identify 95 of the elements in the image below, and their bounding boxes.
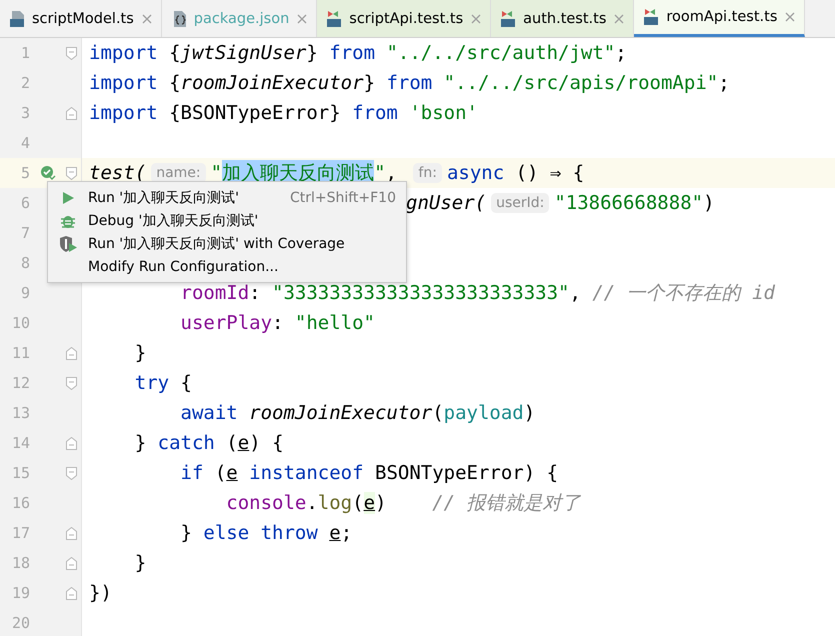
code-token: else throw: [203, 522, 319, 544]
code-token: ": [210, 162, 222, 184]
code-token: jwtSignUser: [180, 42, 306, 64]
parameter-hint: name:: [151, 163, 206, 183]
line-number: 18: [10, 554, 30, 572]
code-token: (: [432, 402, 444, 424]
line-number: 4: [20, 134, 30, 152]
code-token: {: [168, 42, 181, 64]
menu-item[interactable]: Run '加入聊天反向测试' with Coverage: [48, 232, 406, 255]
code-token: roomJoinExecutor: [248, 402, 432, 424]
code-token: BSONTypeError) {: [374, 462, 558, 484]
code-token: "13866668888": [554, 192, 704, 214]
code-token: :: [249, 282, 262, 304]
code-token: e: [226, 462, 238, 484]
code-token: ": [374, 162, 386, 184]
code-token: (: [214, 462, 226, 484]
menu-item[interactable]: Run '加入聊天反向测试' Ctrl+Shift+F10: [48, 186, 406, 209]
code-token: 'bson': [408, 102, 478, 124]
code-token: roomId: [180, 282, 250, 304]
code-token: }: [306, 42, 319, 64]
line-number: 16: [10, 494, 30, 512]
parameter-hint: fn:: [413, 163, 442, 183]
line-number: 8: [20, 254, 30, 272]
code-token: gnUser(: [406, 192, 486, 214]
code-token: "../../src/apis/roomApi": [442, 72, 718, 94]
code-token: .: [306, 492, 318, 514]
code-token: "hello": [294, 312, 375, 334]
code-token: "333333333333333333333333": [272, 282, 570, 304]
code-token: // 一个不存在的 id: [592, 281, 775, 306]
editor-tab[interactable]: roomApi.test.ts: [634, 0, 806, 37]
editor-tab[interactable]: auth.test.ts: [491, 0, 634, 37]
code-token: e: [329, 522, 341, 544]
code-token: (: [225, 432, 238, 454]
editor-tab[interactable]: scriptApi.test.ts: [317, 0, 492, 37]
code-token: userPlay: [180, 312, 272, 334]
line-number: 17: [10, 524, 30, 542]
code-token: catch: [158, 432, 215, 454]
code-token: :: [272, 312, 284, 334]
code-token: }: [364, 72, 376, 94]
code-token: from: [386, 72, 432, 94]
code-token: ;: [340, 522, 352, 544]
code-token: }: [134, 432, 148, 454]
code-token: // 报错就是对了: [431, 491, 581, 516]
line-number: 9: [20, 284, 30, 302]
code-token: console: [225, 492, 306, 514]
code-token: import: [89, 102, 158, 124]
code-token: log: [318, 492, 352, 514]
code-token: from: [352, 102, 398, 124]
code-token: "../../src/auth/jwt": [385, 42, 616, 64]
line-number: 3: [20, 104, 30, 122]
line-number: 7: [20, 224, 30, 242]
code-token: }: [180, 522, 193, 544]
code-token: {: [180, 372, 192, 394]
code-token: from: [329, 42, 376, 64]
code-token: {: [168, 72, 181, 94]
menu-item[interactable]: Modify Run Configuration...: [48, 255, 406, 278]
code-token: {BSONTypeError}: [168, 102, 342, 124]
code-token: }): [89, 582, 112, 604]
line-number: 19: [10, 584, 30, 602]
code-token: () ⇒ {: [514, 162, 584, 184]
code-token: ,: [569, 282, 582, 304]
line-number: 11: [10, 344, 30, 362]
code-token: roomJoinExecutor: [180, 72, 364, 94]
code-token: e: [238, 432, 250, 454]
line-number: 20: [10, 614, 30, 632]
code-token: (: [352, 492, 364, 514]
code-token: ): [375, 492, 386, 514]
code-token: await: [180, 402, 238, 424]
code-token: import: [89, 72, 158, 94]
code-token: import: [89, 42, 158, 64]
code-token: ;: [615, 42, 627, 64]
line-number: 5: [20, 164, 30, 182]
line-number: 2: [20, 74, 30, 92]
line-number: 6: [20, 194, 30, 212]
code-token: async: [446, 162, 504, 184]
code-token: test(: [89, 162, 146, 184]
line-number: 10: [10, 314, 30, 332]
code-token: payload: [444, 402, 524, 424]
menu-item[interactable]: Debug '加入聊天反向测试': [48, 209, 406, 232]
code-token: if: [180, 462, 204, 484]
code-token: }: [134, 552, 146, 574]
line-number: 12: [10, 374, 30, 392]
parameter-hint: userId:: [491, 193, 550, 213]
line-number: 1: [20, 44, 30, 62]
code-token: try: [134, 372, 170, 394]
code-token: ): [703, 192, 715, 214]
code-token: ;: [718, 72, 730, 94]
code-token: }: [134, 342, 146, 364]
line-number: 15: [10, 464, 30, 482]
code-token: instanceof: [248, 462, 364, 484]
line-number: 13: [10, 404, 30, 422]
code-token: ) {: [249, 432, 284, 454]
code-token: e: [364, 492, 376, 514]
line-number: 14: [10, 434, 30, 452]
code-token: ): [524, 402, 536, 424]
